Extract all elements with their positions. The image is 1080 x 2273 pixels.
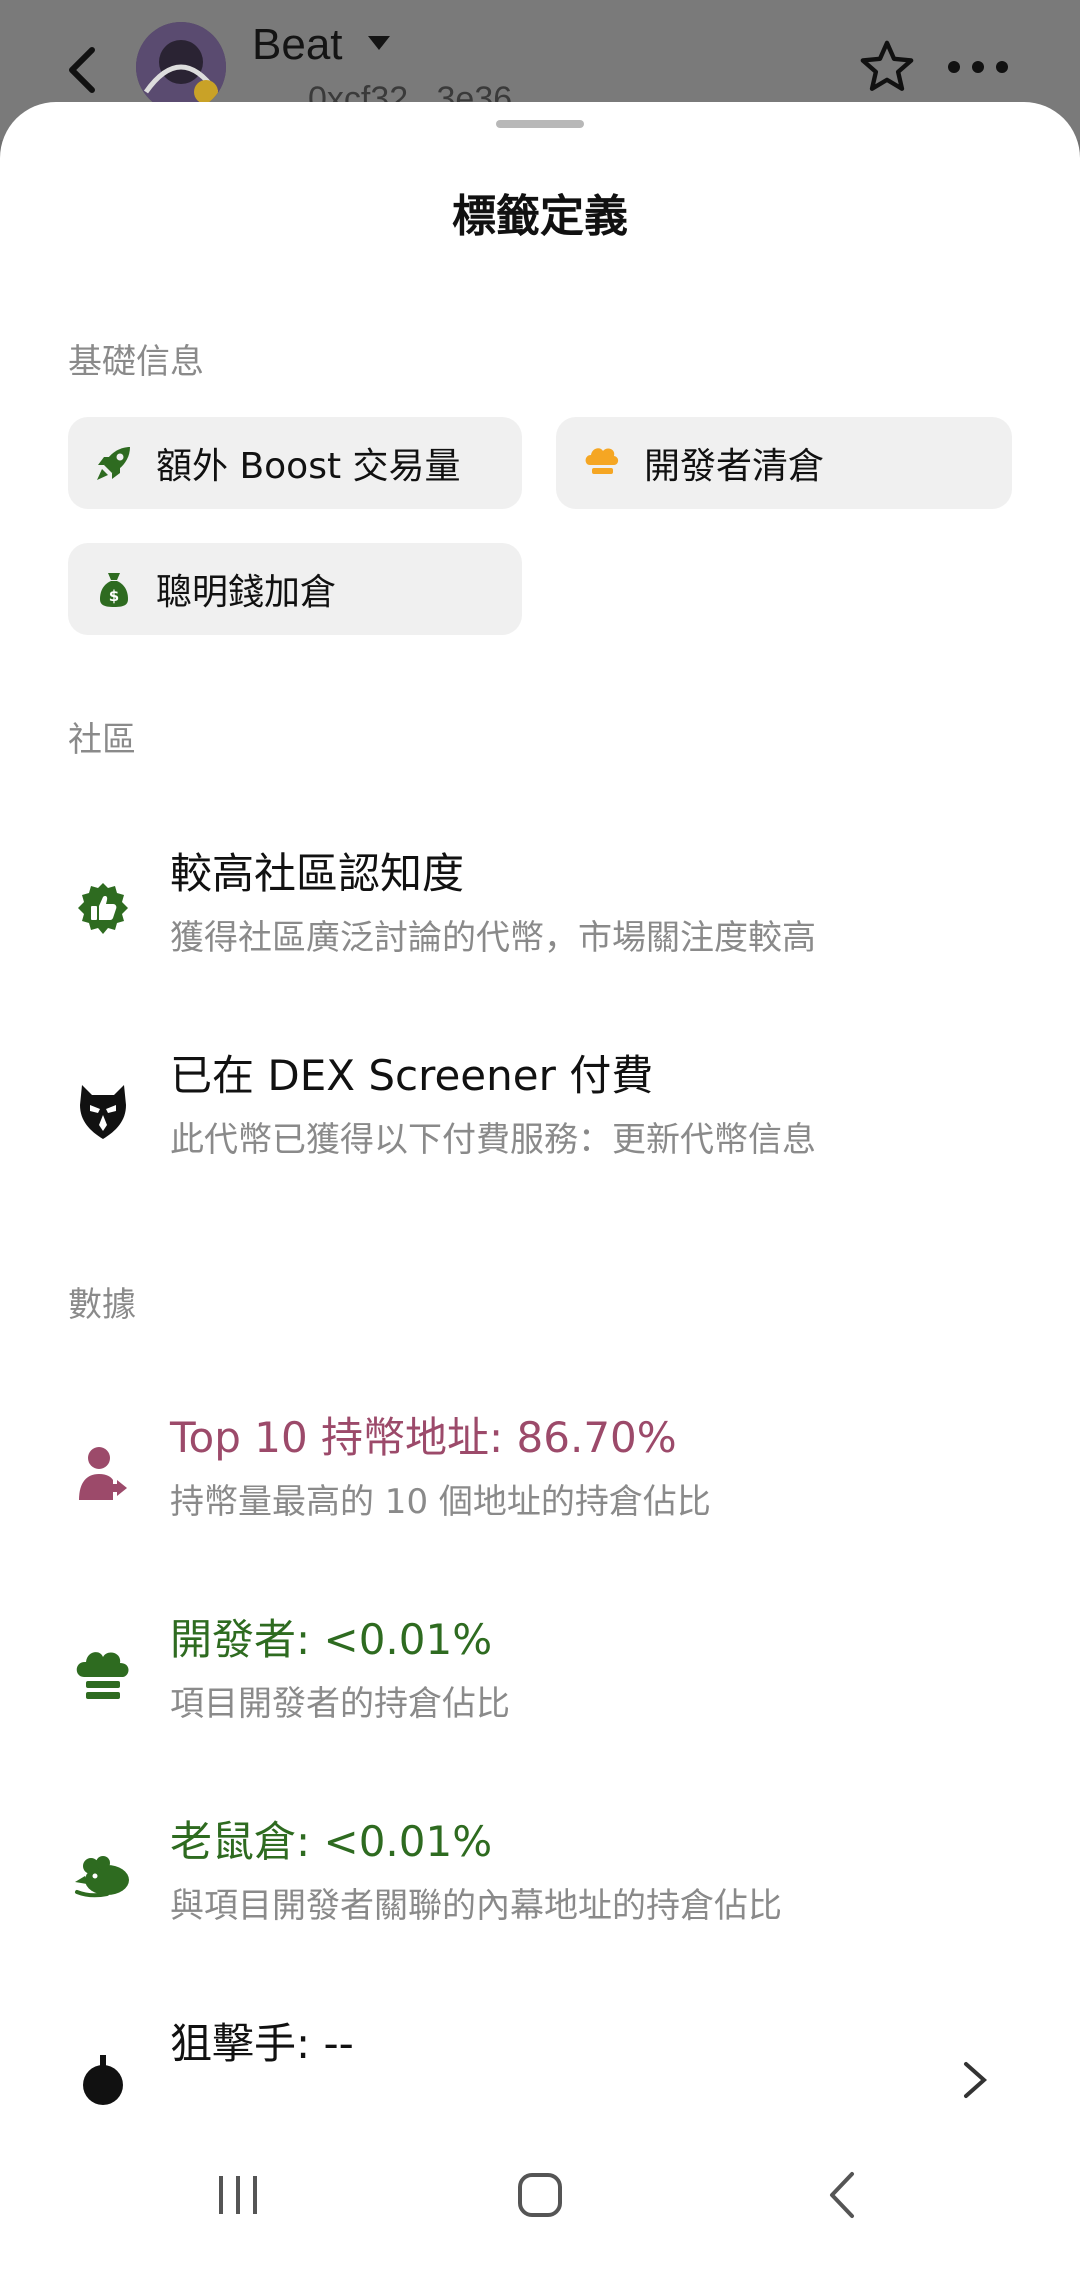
back-button[interactable] xyxy=(58,40,108,100)
favorite-button[interactable] xyxy=(858,38,916,96)
money-bag-icon: $ xyxy=(94,569,134,609)
data-item-insider: 老鼠倉: <0.01% 與項目開發者關聯的內幕地址的持倉佔比 xyxy=(0,1808,1080,1948)
item-description: 項目開發者的持倉佔比 xyxy=(170,1684,510,1724)
section-label-community: 社區 xyxy=(68,720,136,760)
section-label-data: 數據 xyxy=(68,1285,136,1325)
item-title: Top 10 持幣地址: 86.70% xyxy=(170,1413,677,1462)
recent-apps-button[interactable] xyxy=(203,2160,273,2230)
data-item-developer: 開發者: <0.01% 項目開發者的持倉佔比 xyxy=(0,1606,1080,1746)
data-item-sniper: 狙擊手: -- xyxy=(0,2010,1080,2110)
user-holder-icon xyxy=(72,1442,134,1504)
item-title: 已在 DEX Screener 付費 xyxy=(170,1051,654,1100)
rat-icon xyxy=(72,1846,134,1908)
chip-dev-sold: 開發者清倉 xyxy=(556,417,1012,509)
rocket-icon xyxy=(94,443,134,483)
star-icon xyxy=(860,40,914,91)
more-options-button[interactable] xyxy=(946,52,1010,82)
chevron-right-icon[interactable] xyxy=(962,2060,988,2100)
item-description: 持幣量最高的 10 個地址的持倉佔比 xyxy=(170,1482,711,1522)
drag-handle[interactable] xyxy=(496,120,584,128)
thumbs-up-badge-icon xyxy=(72,878,134,940)
sniper-icon xyxy=(72,2048,134,2110)
item-title: 狙擊手: -- xyxy=(170,2019,354,2068)
caret-down-icon[interactable] xyxy=(368,36,390,52)
chevron-left-icon xyxy=(69,47,95,93)
system-nav-bar xyxy=(0,2110,1080,2273)
dex-screener-icon xyxy=(72,1080,134,1142)
home-button[interactable] xyxy=(505,2160,575,2230)
recent-apps-icon xyxy=(219,2176,257,2214)
more-dots-icon xyxy=(948,61,1008,73)
item-description: 此代幣已獲得以下付費服務：更新代幣信息 xyxy=(170,1120,816,1160)
section-label-basic: 基礎信息 xyxy=(68,342,204,382)
item-title: 較高社區認知度 xyxy=(170,849,465,898)
home-icon xyxy=(518,2173,562,2217)
item-title: 老鼠倉: <0.01% xyxy=(170,1817,493,1866)
chip-boost-volume: 額外 Boost 交易量 xyxy=(68,417,522,509)
back-arrow-icon xyxy=(830,2172,854,2218)
chef-hat-icon xyxy=(582,443,622,483)
chip-label: 額外 Boost 交易量 xyxy=(156,446,461,487)
chip-smart-money: $ 聰明錢加倉 xyxy=(68,543,522,635)
item-title: 開發者: <0.01% xyxy=(170,1615,493,1664)
item-description: 獲得社區廣泛討論的代幣，市場關注度較高 xyxy=(170,918,816,958)
svg-text:$: $ xyxy=(109,587,119,605)
tag-definition-sheet: 標籤定義 基礎信息 額外 Boost 交易量 開發者清倉 $ 聰明錢加倉 社區 … xyxy=(0,102,1080,2273)
community-item-dex-screener: 已在 DEX Screener 付費 此代幣已獲得以下付費服務：更新代幣信息 xyxy=(0,1042,1080,1182)
token-logo-icon xyxy=(136,22,226,112)
chip-label: 開發者清倉 xyxy=(644,446,825,487)
chip-label: 聰明錢加倉 xyxy=(156,572,337,613)
token-name[interactable]: Beat xyxy=(252,20,343,70)
system-back-button[interactable] xyxy=(808,2160,878,2230)
community-item-recognition: 較高社區認知度 獲得社區廣泛討論的代幣，市場關注度較高 xyxy=(0,840,1080,980)
token-avatar xyxy=(136,22,226,112)
sheet-title: 標籤定義 xyxy=(452,191,628,242)
item-description: 與項目開發者關聯的內幕地址的持倉佔比 xyxy=(170,1886,782,1926)
data-item-top10: Top 10 持幣地址: 86.70% 持幣量最高的 10 個地址的持倉佔比 xyxy=(0,1404,1080,1544)
chef-hat-icon xyxy=(72,1644,134,1706)
